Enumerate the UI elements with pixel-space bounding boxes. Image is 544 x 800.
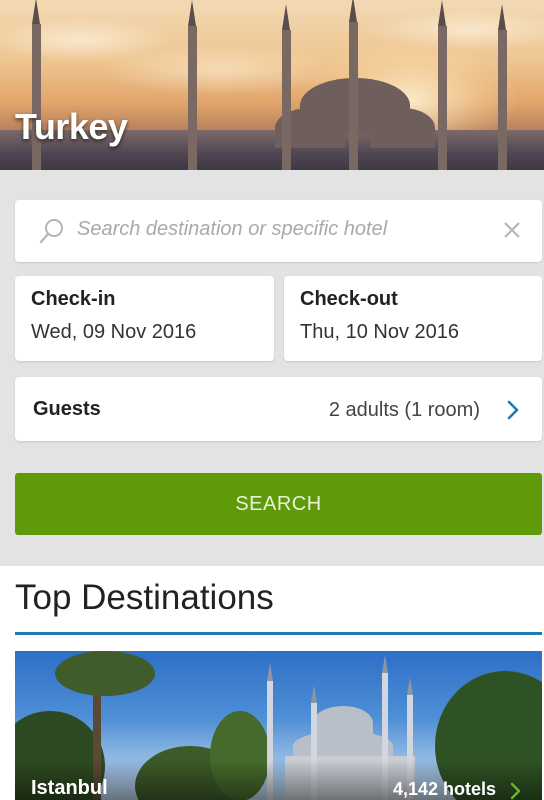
close-icon[interactable] [502, 220, 522, 240]
search-button[interactable]: SEARCH [15, 473, 542, 535]
section-title: Top Destinations [15, 578, 274, 617]
hero-banner: Turkey [0, 0, 544, 170]
guests-value: 2 adults (1 room) [328, 399, 480, 421]
section-divider [15, 632, 542, 635]
chevron-right-icon [507, 400, 519, 420]
destination-name: Istanbul [31, 777, 108, 799]
checkin-date: Wed, 09 Nov 2016 [31, 321, 197, 343]
checkout-date: Thu, 10 Nov 2016 [300, 321, 459, 343]
destination-card-istanbul[interactable]: Istanbul 4,142 hotels [15, 651, 542, 800]
checkout-label: Check-out [300, 288, 398, 310]
destination-hotel-count: 4,142 hotels [392, 779, 496, 799]
search-icon [39, 219, 63, 244]
top-destinations-section: Top Destinations Istanbul 4,142 hotels [0, 566, 544, 800]
checkin-field[interactable]: Check-in Wed, 09 Nov 2016 [15, 276, 274, 361]
search-placeholder: Search destination or specific hotel [77, 218, 388, 240]
checkin-label: Check-in [31, 288, 116, 310]
guests-label: Guests [33, 398, 101, 420]
checkout-field[interactable]: Check-out Thu, 10 Nov 2016 [284, 276, 542, 361]
guests-selector[interactable]: Guests 2 adults (1 room) [15, 377, 542, 441]
search-input[interactable]: Search destination or specific hotel [15, 200, 542, 262]
chevron-right-icon [510, 782, 521, 800]
hero-title: Turkey [15, 106, 128, 147]
